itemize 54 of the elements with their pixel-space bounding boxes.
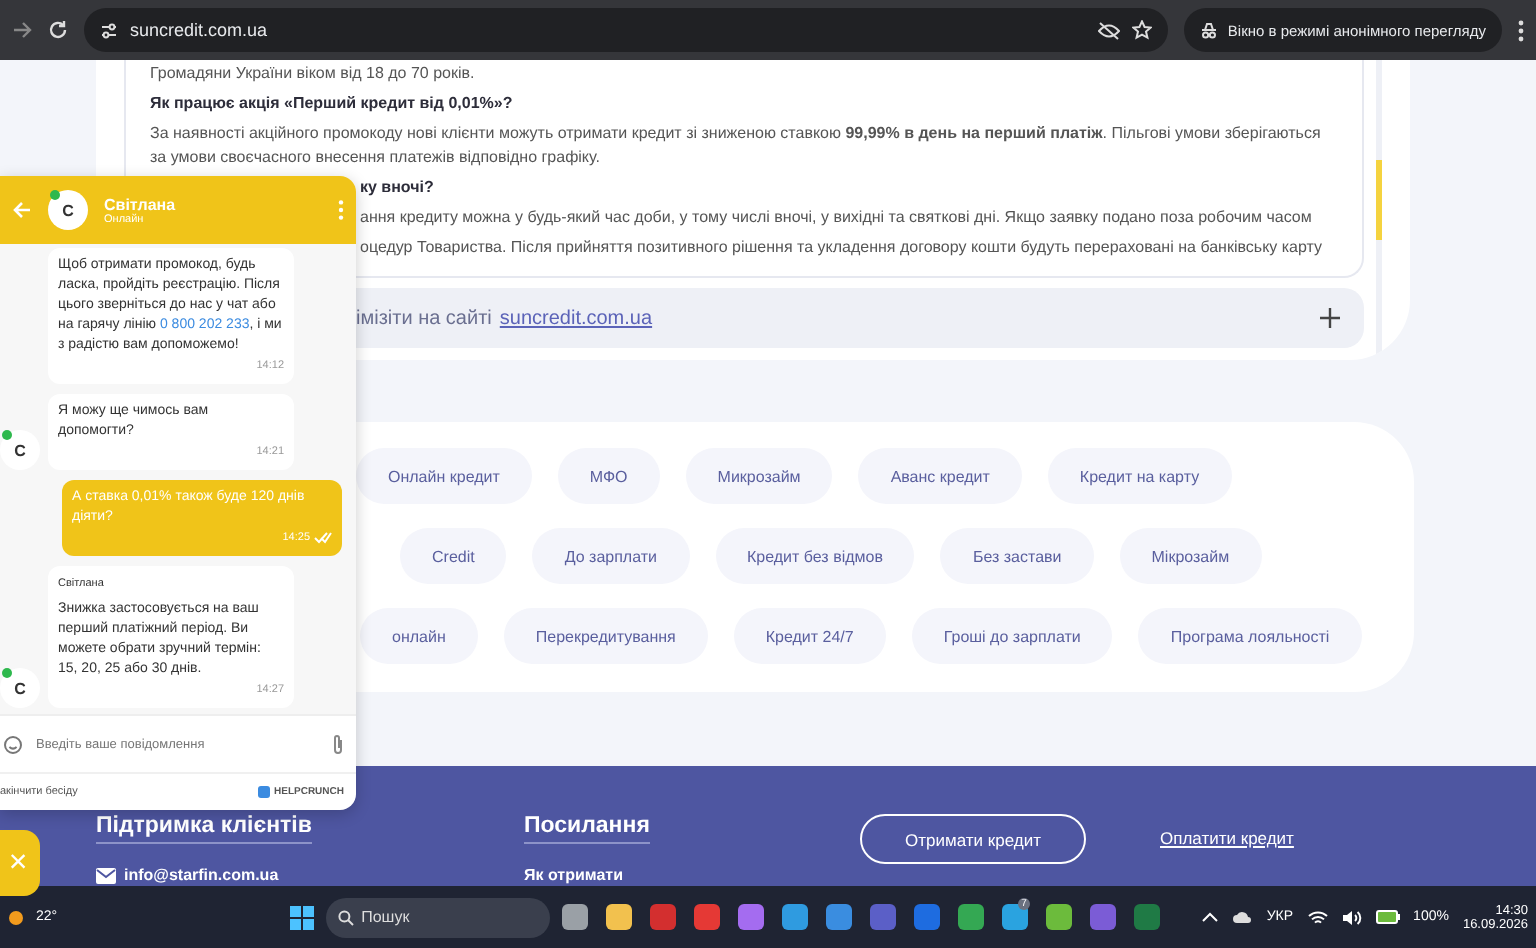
- menu-icon[interactable]: [1518, 19, 1524, 41]
- speaker-icon[interactable]: [1341, 909, 1362, 925]
- cloud-icon[interactable]: [1232, 910, 1253, 924]
- smiley-icon[interactable]: [4, 735, 22, 753]
- get-credit-button[interactable]: Отримати кредит: [860, 814, 1086, 864]
- tag-chip[interactable]: Мікрозайм: [1119, 528, 1262, 584]
- faq-question: Як працює акція «Перший кредит від 0,01%»?: [150, 92, 515, 116]
- answer-text: За наявності акційного промокоду нові клієнти можуть отримати кредит зі зниженою ставкою 99,99% в день на перший платіж. Пільгові умови зберігаються за умови своєчасного внесення платежів відповідно графіку.: [150, 122, 1323, 170]
- tag-chip[interactable]: Онлайн кредит: [356, 448, 532, 504]
- sun-icon: [8, 909, 24, 925]
- eye-slash-icon[interactable]: [1097, 21, 1120, 39]
- wifi-icon[interactable]: [1307, 909, 1328, 925]
- tag-chip[interactable]: Микрозайм: [685, 448, 833, 504]
- forward-arrow-icon[interactable]: [12, 20, 32, 40]
- tag-chip[interactable]: Гроші до зарплати: [911, 608, 1113, 664]
- tag-chip[interactable]: Кредит 24/7: [733, 608, 886, 664]
- tag-chip[interactable]: Аванс кредит: [858, 448, 1022, 504]
- agent-avatar: С: [0, 430, 40, 470]
- tag-chip[interactable]: До зарплати: [532, 528, 689, 584]
- footer-link[interactable]: Як отримати: [524, 866, 623, 884]
- search-icon: [337, 909, 354, 925]
- answer-text: оцедур Товариства. Після прийняття позитивного рішення та укладення договору кошти будуть перераховані на банківську карту: [360, 236, 1323, 260]
- chevron-up-icon[interactable]: [1202, 912, 1219, 922]
- tag-chip[interactable]: Кредит без відмов: [715, 528, 915, 584]
- pay-credit-link[interactable]: Оплатити кредит: [1160, 828, 1294, 848]
- answer-text: Громадяни України віком від 18 до 70 років.: [150, 62, 477, 86]
- footer-heading: Посилання: [524, 814, 650, 844]
- incognito-icon: [1199, 21, 1218, 39]
- faq-question: ку вночі?: [360, 176, 434, 200]
- tag-chip[interactable]: Програма лояльності: [1138, 608, 1362, 664]
- plus-icon[interactable]: [1320, 308, 1340, 328]
- tag-chip[interactable]: онлайн: [360, 608, 478, 664]
- footer-heading: Підтримка клієнтів: [96, 814, 312, 844]
- tag-chip[interactable]: Без застави: [940, 528, 1094, 584]
- agent-name: Світлана: [104, 195, 178, 213]
- search-field[interactable]: Пошук: [325, 897, 550, 937]
- reload-icon[interactable]: [48, 20, 68, 40]
- tag-chip[interactable]: Credit: [400, 528, 507, 584]
- site-settings-icon[interactable]: [100, 21, 118, 39]
- battery-icon[interactable]: [1375, 910, 1400, 924]
- faq-question: імізіти на сайті: [356, 308, 492, 330]
- answer-text: ання кредиту можна у будь-який час доби, у тому числі вночі, у вихідні та святкові дні. Якщо заявку подано поза робочим часом: [360, 206, 1312, 230]
- windows-logo-icon[interactable]: [289, 905, 314, 929]
- tag-chip[interactable]: МФО: [557, 448, 660, 504]
- address-bar[interactable]: suncredit.com.ua: [84, 8, 1168, 52]
- agent-avatar: С: [0, 668, 40, 708]
- scrollbar-thumb[interactable]: [1376, 160, 1382, 240]
- tag-chip[interactable]: Перекредитування: [503, 608, 708, 664]
- paperclip-icon[interactable]: [332, 733, 344, 755]
- tag-chip[interactable]: Кредит на карту: [1047, 448, 1232, 504]
- site-link[interactable]: suncredit.com.ua: [499, 308, 653, 330]
- email-link[interactable]: info@starfin.com.ua: [124, 866, 279, 884]
- star-icon[interactable]: [1131, 20, 1152, 40]
- agent-avatar: С: [48, 190, 88, 230]
